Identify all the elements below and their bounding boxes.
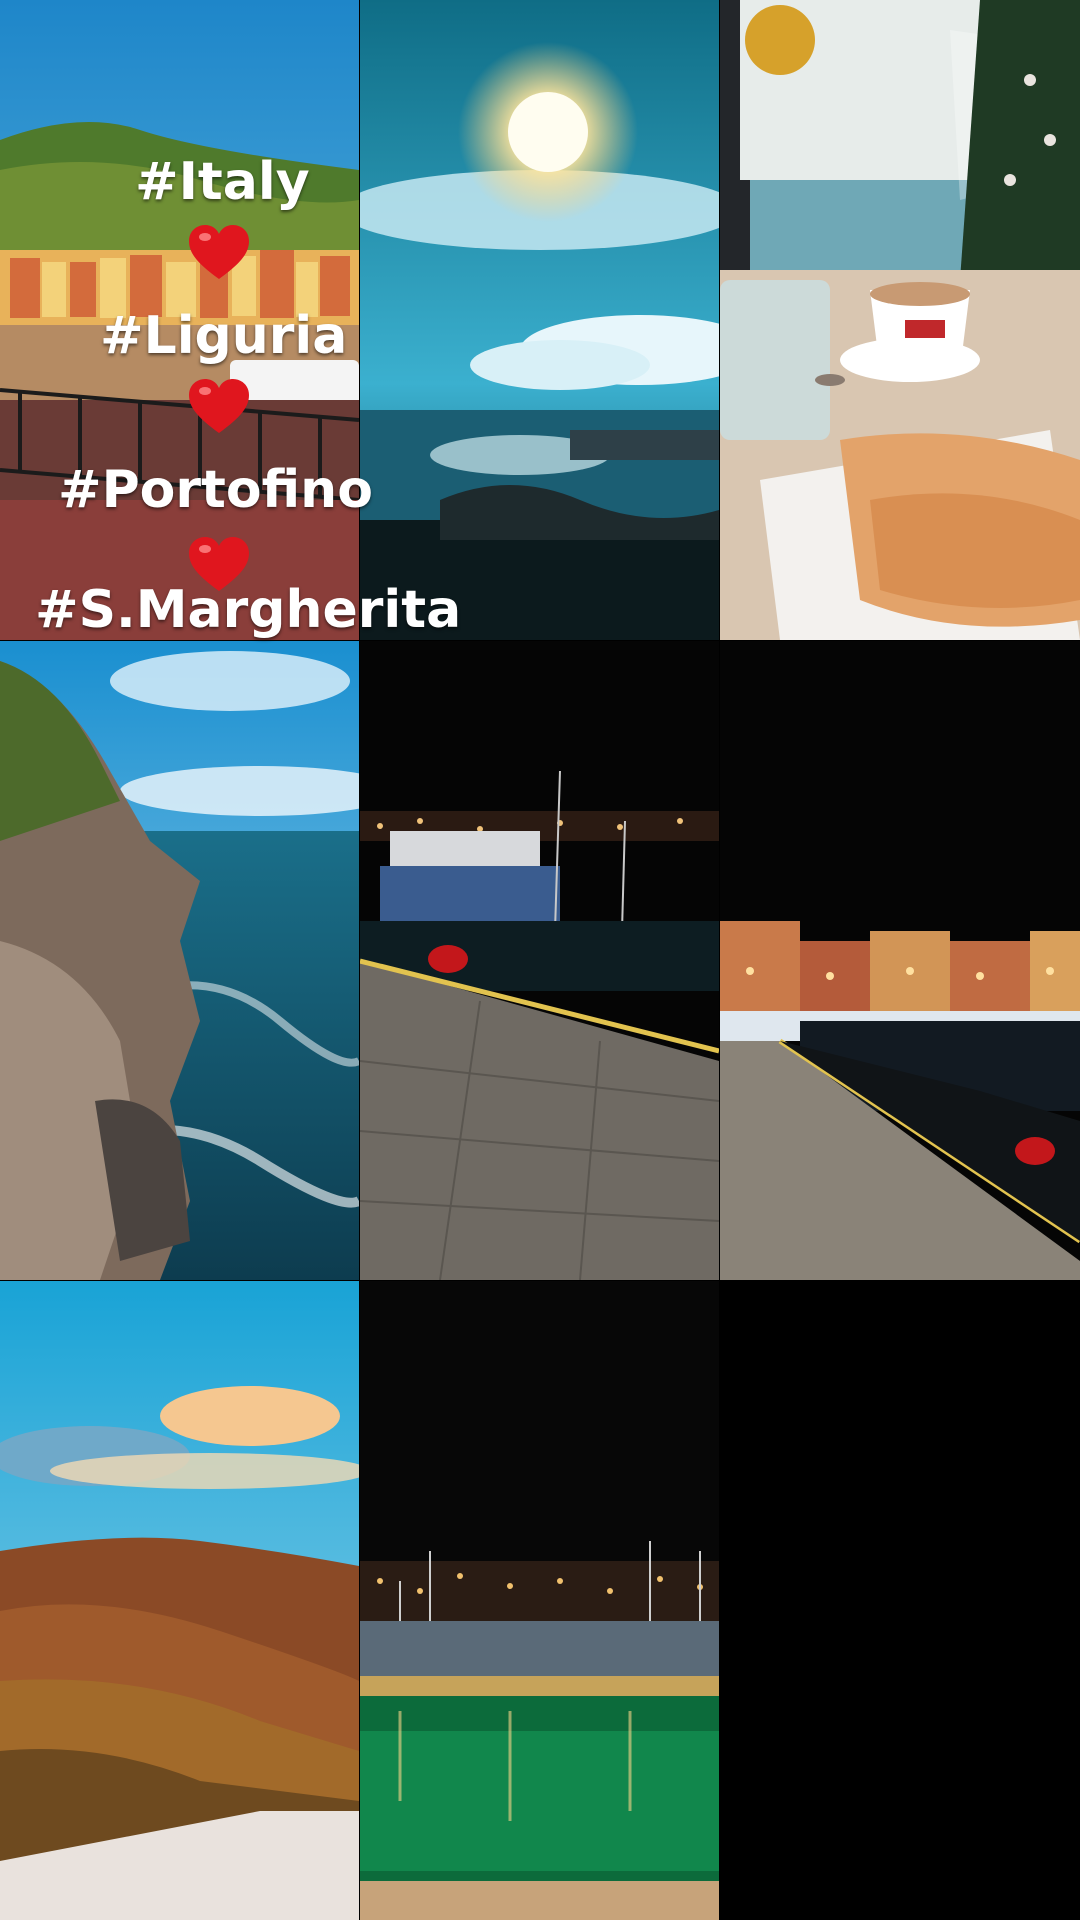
hashtag-portofino[interactable]: #Portofino	[58, 460, 373, 520]
photo-autumn-hills	[0, 1281, 359, 1920]
photo-cafe-espresso	[720, 0, 1080, 640]
photo-empty-black	[720, 1281, 1080, 1920]
red-heart-icon	[189, 225, 249, 279]
photo-waterfront-promenade	[720, 641, 1080, 1280]
red-heart-icon	[189, 379, 249, 433]
photo-marina-night	[360, 1281, 719, 1920]
hashtag-overlay: #Italy #Liguria #Portofino #S.Margherita	[0, 140, 461, 660]
hashtag-liguria[interactable]: #Liguria	[100, 306, 347, 366]
photo-harbor-pier-night	[360, 641, 719, 1280]
hashtag-s-margherita[interactable]: #S.Margherita	[35, 580, 461, 640]
photo-rocky-coast	[0, 641, 359, 1280]
hashtag-italy[interactable]: #Italy	[135, 152, 310, 212]
